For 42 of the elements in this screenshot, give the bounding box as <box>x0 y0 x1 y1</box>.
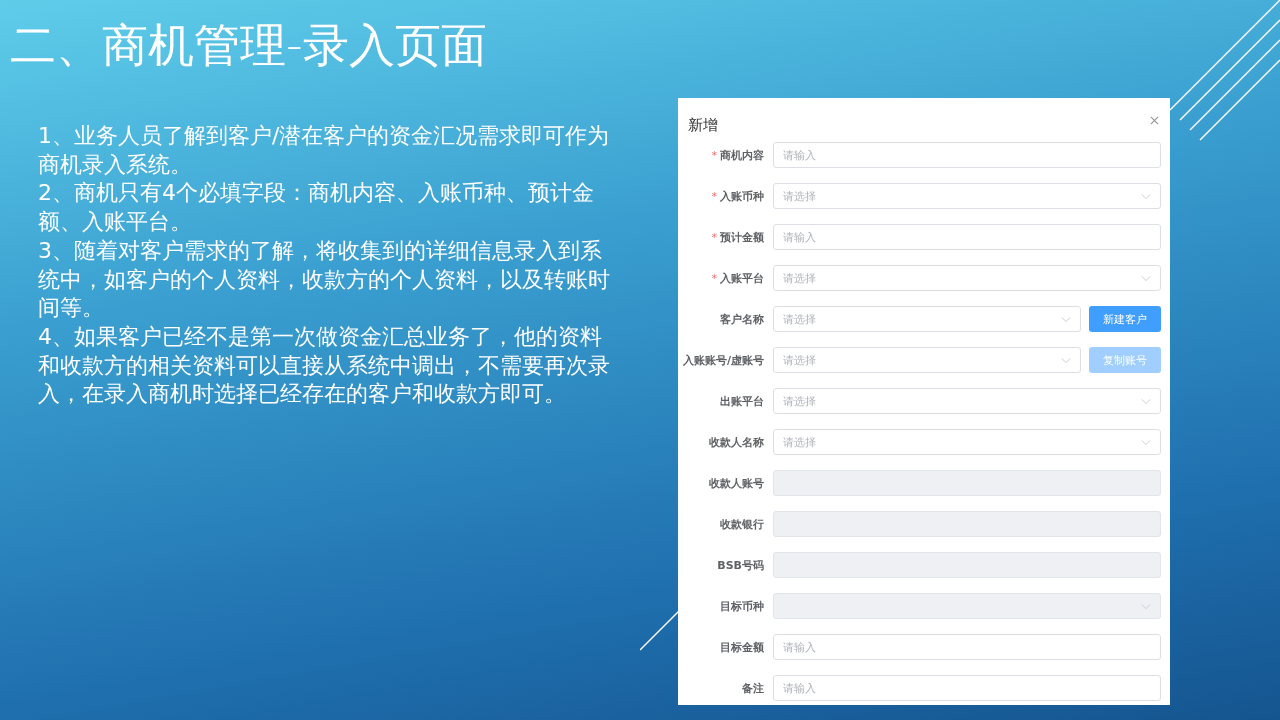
field-label: 目标金额 <box>720 639 764 655</box>
field-label: 目标币种 <box>720 598 764 614</box>
chevron-down-icon <box>1141 398 1151 405</box>
field-label: BSB号码 <box>717 557 764 573</box>
select-field[interactable]: 请选择 <box>773 429 1161 455</box>
field-label: 入账平台 <box>720 270 764 286</box>
select-field[interactable]: 请选择 <box>773 265 1161 291</box>
close-icon[interactable] <box>1150 115 1159 125</box>
required-mark: * <box>711 148 717 162</box>
dialog-title: 新增 <box>688 115 718 135</box>
field-label: 收款人名称 <box>709 434 764 450</box>
input-field[interactable]: 请输入 <box>773 224 1161 250</box>
select-field[interactable]: 请选择 <box>773 347 1081 373</box>
input-field[interactable]: 请输入 <box>773 142 1161 168</box>
select-field[interactable]: 请选择 <box>773 388 1161 414</box>
field-label: 备注 <box>742 680 764 696</box>
field-label: 收款人账号 <box>709 475 764 491</box>
field-label: 出账平台 <box>720 393 764 409</box>
note-paragraph: 3、随着对客户需求的了解，将收集到的详细信息录入到系统中，如客户的个人资料，收款方的个人资料，以及转账时间等。 <box>38 236 611 323</box>
chevron-down-icon <box>1061 357 1071 364</box>
chevron-down-icon <box>1141 193 1151 200</box>
note-paragraph: 4、如果客户已经不是第一次做资金汇总业务了，他的资料和收款方的相关资料可以直接从系统中调出，不需要再次录入，在录入商机时选择已经存在的客户和收款方即可。 <box>38 322 611 409</box>
field-label: 入账账号/虚账号 <box>682 352 764 368</box>
action-button[interactable]: 新建客户 <box>1089 306 1161 332</box>
required-mark: * <box>711 189 717 203</box>
slide-title: 二、商机管理-录入页面 <box>10 17 488 74</box>
field-label: 商机内容 <box>720 147 764 163</box>
input-field[interactable]: 请输入 <box>773 675 1161 701</box>
select-field[interactable]: 请选择 <box>773 183 1161 209</box>
chevron-down-icon <box>1141 439 1151 446</box>
field-label: 入账币种 <box>720 188 764 204</box>
note-paragraph: 2、商机只有4个必填字段：商机内容、入账币种、预计金额、入账平台。 <box>38 179 595 237</box>
required-mark: * <box>711 271 717 285</box>
field-label: 预计金额 <box>720 229 764 245</box>
field-label: 客户名称 <box>720 311 764 327</box>
note-paragraph: 1、业务人员了解到客户/潜在客户的资金汇况需求即可作为商机录入系统。 <box>38 122 611 179</box>
required-mark: * <box>711 230 717 244</box>
field-label: 收款银行 <box>720 516 764 532</box>
chevron-down-icon <box>1141 275 1151 282</box>
input-field[interactable]: 请输入 <box>773 634 1161 660</box>
select-field[interactable]: 请选择 <box>773 306 1081 332</box>
chevron-down-icon <box>1061 316 1071 323</box>
